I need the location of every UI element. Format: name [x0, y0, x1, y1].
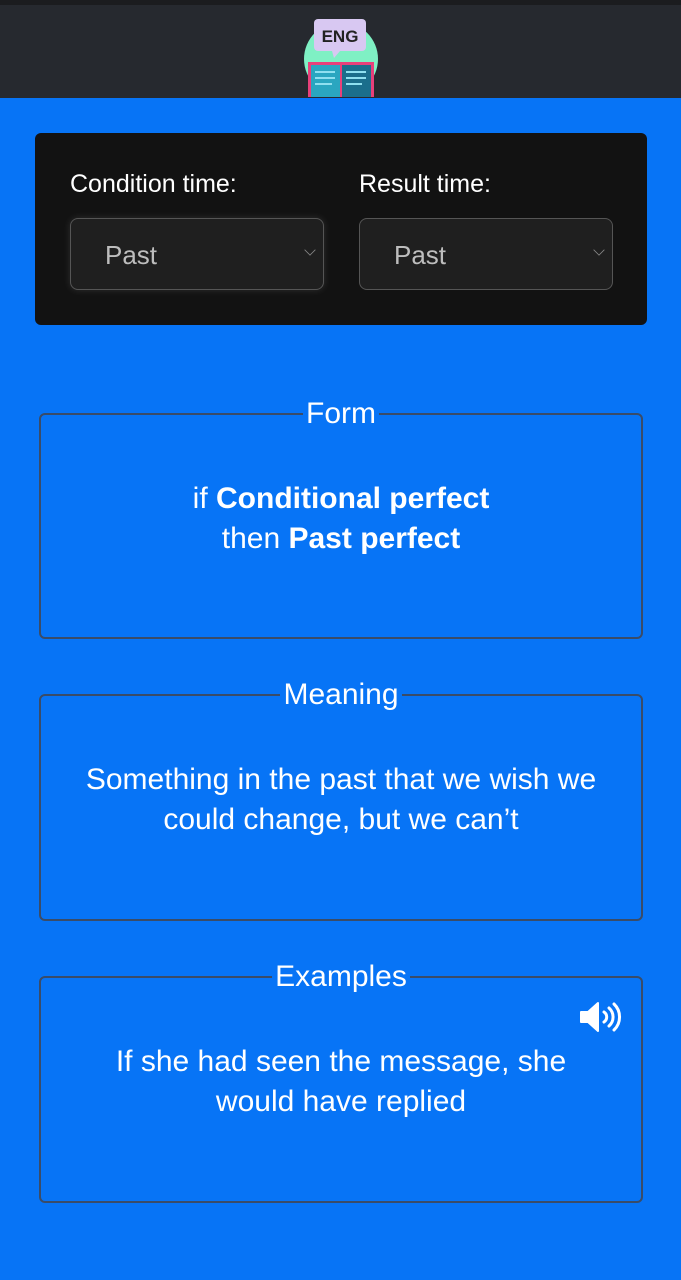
meaning-section: Meaning Something in the past that we wi…	[39, 678, 643, 921]
form-if: if	[192, 482, 216, 515]
chevron-down-icon	[304, 244, 316, 256]
meaning-title: Meaning	[283, 678, 399, 711]
condition-time-label: Condition time:	[70, 170, 237, 198]
condition-time-value: Past	[105, 240, 158, 270]
speaker-icon[interactable]	[579, 1000, 623, 1034]
form-condition-tense: Conditional perfect	[216, 482, 490, 515]
example-sentence: If she had seen the message, she would h…	[115, 1045, 567, 1118]
tense-selector-panel: Condition time: Past Result time: Past	[35, 133, 647, 325]
examples-title: Examples	[275, 960, 407, 993]
result-time-value: Past	[394, 240, 447, 270]
result-time-label: Result time:	[359, 170, 491, 198]
form-then: then	[221, 522, 289, 555]
form-title: Form	[306, 397, 376, 430]
eng-logo: ENG	[304, 19, 378, 97]
form-text: if Conditional perfect then Past perfect	[41, 479, 641, 559]
form-section: Form if Conditional perfect then Past pe…	[39, 397, 643, 639]
examples-section: Examples If she had seen the message, sh…	[39, 960, 643, 1203]
result-time-select[interactable]: Past	[359, 218, 613, 290]
form-result-tense: Past perfect	[288, 522, 461, 555]
meaning-text: Something in the past that we wish we co…	[85, 763, 597, 836]
chevron-down-icon	[593, 244, 605, 256]
app-header: ENG	[0, 0, 681, 98]
svg-text:ENG: ENG	[322, 27, 359, 46]
condition-time-select[interactable]: Past	[70, 218, 324, 290]
